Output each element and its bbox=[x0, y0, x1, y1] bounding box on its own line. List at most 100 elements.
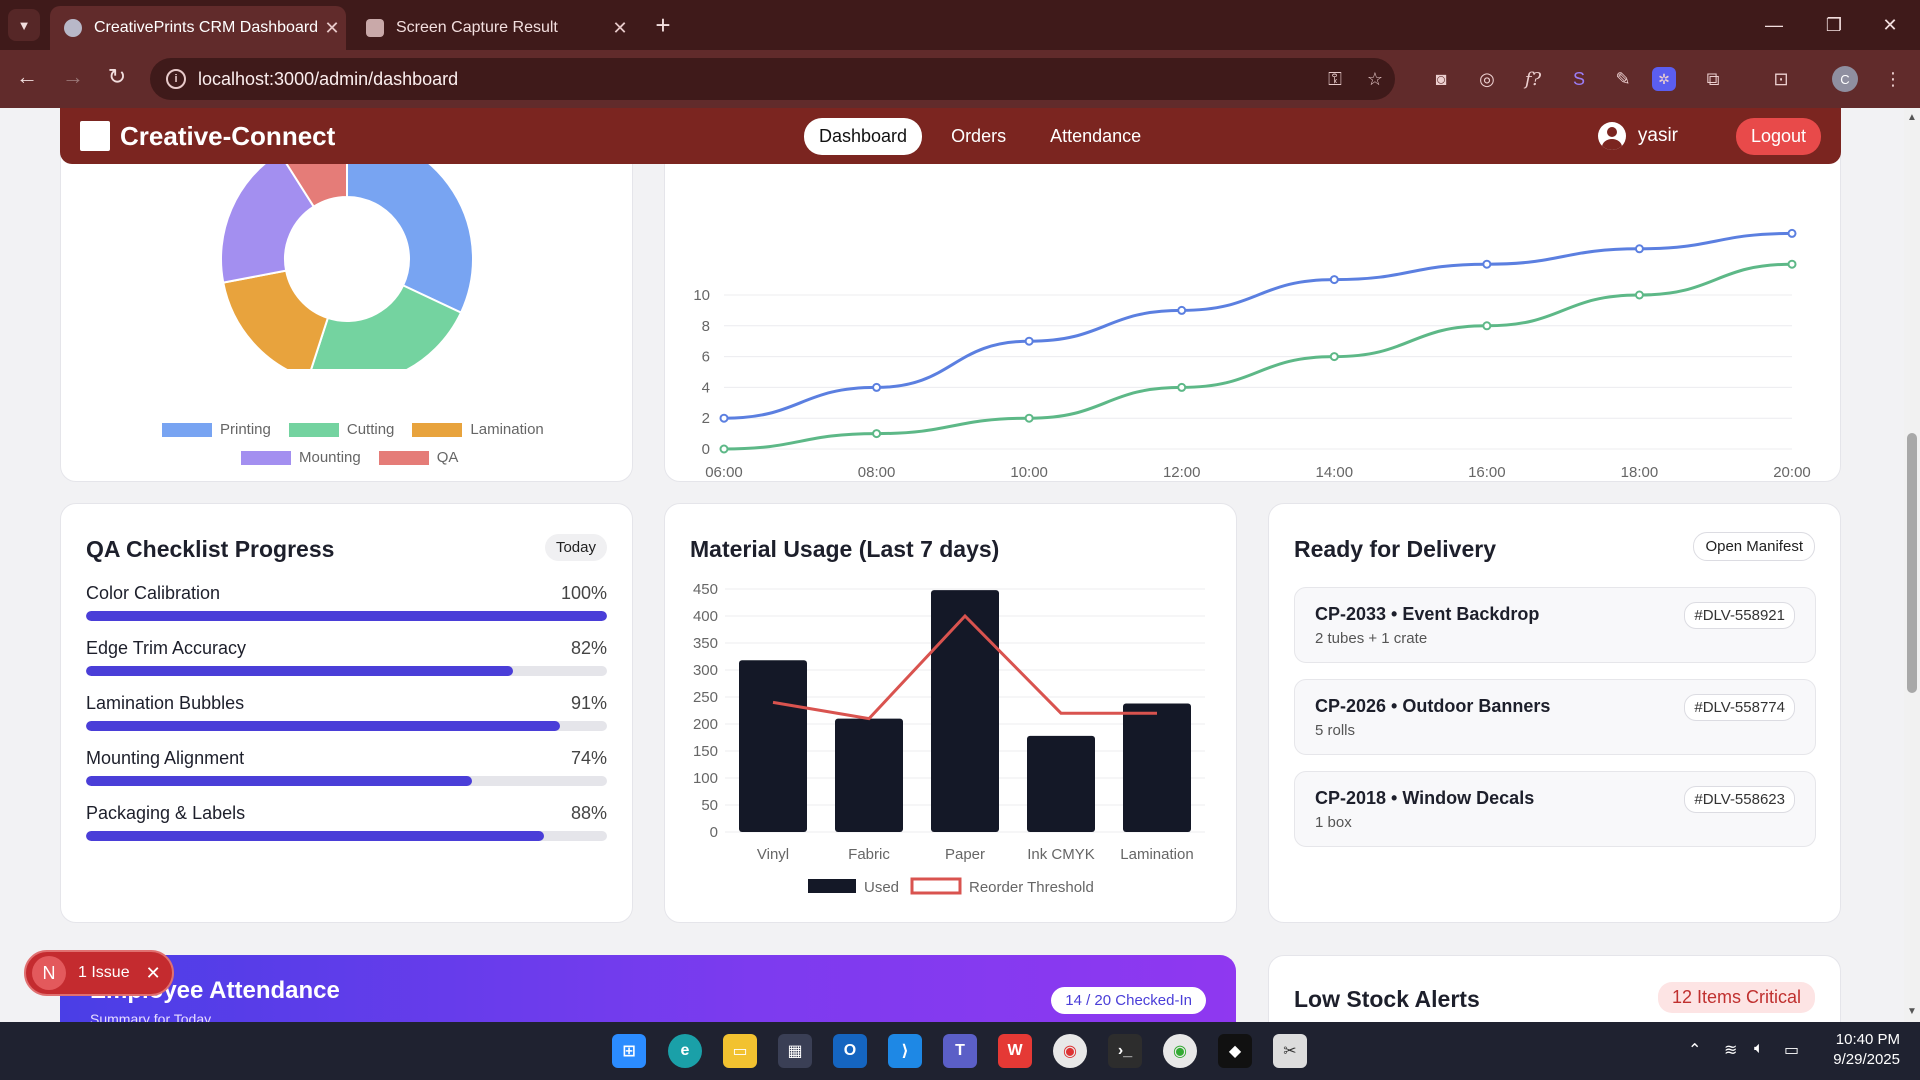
close-icon[interactable]: ✕ bbox=[146, 963, 161, 984]
open-manifest-button[interactable]: Open Manifest bbox=[1693, 532, 1815, 561]
terminal-icon[interactable]: ›_ bbox=[1108, 1034, 1142, 1068]
delivery-item[interactable]: CP-2018 • Window Decals 1 box #DLV-55862… bbox=[1294, 771, 1816, 847]
tab-search-button[interactable]: ▼ bbox=[8, 9, 40, 41]
tray-chevron-icon[interactable]: ⌃ bbox=[1688, 1040, 1701, 1060]
delivery-item[interactable]: CP-2026 • Outdoor Banners 5 rolls #DLV-5… bbox=[1294, 679, 1816, 755]
outlook-icon[interactable]: O bbox=[833, 1034, 867, 1068]
bar-vinyl bbox=[739, 660, 807, 832]
address-bar[interactable]: i localhost:3000/admin/dashboard ⚿ ☆ bbox=[150, 58, 1395, 100]
restore-button[interactable]: ❐ bbox=[1804, 0, 1864, 50]
bar-paper bbox=[931, 590, 999, 832]
reload-button[interactable]: ↻ bbox=[102, 64, 132, 90]
main-nav: Dashboard Orders Attendance bbox=[804, 118, 1156, 155]
file-explorer-icon[interactable]: ▭ bbox=[723, 1034, 757, 1068]
critical-badge: 12 Items Critical bbox=[1657, 982, 1815, 1013]
nav-dashboard[interactable]: Dashboard bbox=[804, 118, 923, 155]
scroll-up-icon[interactable]: ▲ bbox=[1907, 112, 1917, 123]
qa-item: Edge Trim Accuracy 82% bbox=[86, 638, 607, 676]
y-tick-label: 300 bbox=[693, 662, 718, 679]
minimize-button[interactable]: — bbox=[1744, 0, 1804, 50]
y-tick-label: 0 bbox=[702, 441, 710, 458]
legend-swatch bbox=[162, 422, 212, 437]
production-stage-card: Printing Cutting Lamination Mounting QA bbox=[60, 108, 633, 482]
close-icon[interactable]: ✕ bbox=[606, 18, 634, 39]
camera-extension-icon[interactable]: ◙ bbox=[1426, 64, 1456, 94]
chrome-icon[interactable]: ◉ bbox=[1053, 1034, 1087, 1068]
page-scrollbar[interactable]: ▲ ▼ bbox=[1904, 108, 1920, 1022]
eyedropper-extension-icon[interactable]: ✎ bbox=[1608, 64, 1638, 94]
s-extension-icon[interactable]: S bbox=[1564, 64, 1594, 94]
tab-crm-dashboard[interactable]: CreativePrints CRM Dashboard ✕ bbox=[50, 6, 346, 50]
screenshot-icon[interactable]: ⊡ bbox=[1766, 64, 1796, 94]
low-stock-card: Low Stock Alerts 12 Items Critical bbox=[1268, 955, 1841, 1022]
attendance-banner: Employee Attendance Summary for Today 14… bbox=[60, 955, 1236, 1022]
brand-name: Creative-Connect bbox=[120, 120, 336, 151]
qa-progress-fill bbox=[86, 831, 545, 841]
qa-progress-fill bbox=[86, 611, 607, 621]
app-icon[interactable]: ◆ bbox=[1218, 1034, 1252, 1068]
qa-progress-track bbox=[86, 611, 607, 621]
formula-extension-icon[interactable]: f? bbox=[1518, 64, 1548, 94]
wifi-icon[interactable]: ≋ bbox=[1724, 1040, 1737, 1060]
edge-icon[interactable]: e bbox=[668, 1034, 702, 1068]
site-info-icon[interactable]: i bbox=[166, 69, 186, 89]
nav-attendance[interactable]: Attendance bbox=[1035, 118, 1156, 155]
delivery-sub: 5 rolls bbox=[1315, 722, 1356, 739]
volume-icon[interactable]: 🔈︎ bbox=[1754, 1040, 1764, 1058]
forward-button[interactable]: → bbox=[58, 64, 88, 90]
teams-icon[interactable]: T bbox=[943, 1034, 977, 1068]
puzzle-extensions-icon[interactable]: ⧉ bbox=[1698, 64, 1728, 94]
chrome-profile-icon[interactable]: ◉ bbox=[1163, 1034, 1197, 1068]
donut-legend-row-2: Mounting QA bbox=[241, 449, 458, 466]
qa-progress-track bbox=[86, 776, 607, 786]
new-tab-button[interactable]: + bbox=[648, 10, 678, 41]
logout-button[interactable]: Logout bbox=[1735, 118, 1821, 155]
key-icon[interactable]: ⚿ bbox=[1315, 69, 1355, 90]
data-point bbox=[1482, 259, 1492, 269]
data-point bbox=[872, 429, 882, 439]
data-point bbox=[1787, 228, 1797, 238]
qa-progress-track bbox=[86, 666, 607, 676]
x-tick-label: Paper bbox=[945, 846, 985, 863]
browser-menu-icon[interactable]: ⋮ bbox=[1878, 64, 1908, 94]
tab-title: CreativePrints CRM Dashboard bbox=[94, 19, 318, 36]
bookmark-star-icon[interactable]: ☆ bbox=[1355, 69, 1395, 90]
data-point bbox=[1482, 321, 1492, 331]
user-menu[interactable]: yasir bbox=[1597, 122, 1678, 150]
wps-icon[interactable]: W bbox=[998, 1034, 1032, 1068]
tab-screen-capture[interactable]: Screen Capture Result ✕ bbox=[352, 6, 634, 50]
profile-avatar[interactable]: C bbox=[1832, 66, 1858, 92]
data-point bbox=[1024, 336, 1034, 346]
data-point bbox=[872, 382, 882, 392]
data-point bbox=[1787, 259, 1797, 269]
gear-extension-icon[interactable]: ✲ bbox=[1652, 67, 1676, 91]
x-tick-label: 08:00 bbox=[858, 464, 896, 481]
compass-extension-icon[interactable]: ◎ bbox=[1472, 64, 1502, 94]
card-title: QA Checklist Progress bbox=[86, 536, 335, 562]
system-clock[interactable]: 10:40 PM 9/29/2025 bbox=[1820, 1030, 1900, 1070]
store-icon[interactable]: ▦ bbox=[778, 1034, 812, 1068]
nav-orders[interactable]: Orders bbox=[936, 118, 1021, 155]
qa-item: Packaging & Labels 88% bbox=[86, 803, 607, 841]
issue-toast[interactable]: N 1 Issue ✕ bbox=[24, 950, 174, 996]
scroll-down-icon[interactable]: ▼ bbox=[1907, 1006, 1917, 1017]
qa-item-label: Edge Trim Accuracy bbox=[86, 638, 247, 658]
snipping-tool-icon[interactable]: ✂ bbox=[1273, 1034, 1307, 1068]
delivery-title: CP-2018 • Window Decals bbox=[1315, 788, 1535, 808]
material-usage-card: Material Usage (Last 7 days) 0 50 100 150 20… bbox=[664, 503, 1237, 923]
delivery-title: CP-2033 • Event Backdrop bbox=[1315, 604, 1540, 624]
data-point bbox=[1634, 290, 1644, 300]
start-icon[interactable]: ⊞ bbox=[612, 1034, 646, 1068]
scrollbar-thumb[interactable] bbox=[1907, 433, 1917, 693]
window-close-button[interactable]: ✕ bbox=[1860, 0, 1920, 50]
vscode-icon[interactable]: ⟩ bbox=[888, 1034, 922, 1068]
x-tick-label: Vinyl bbox=[757, 846, 789, 863]
app-navbar: Creative-Connect Dashboard Orders Attend… bbox=[60, 108, 1841, 164]
bar-lamination bbox=[1123, 703, 1191, 832]
delivery-item[interactable]: CP-2033 • Event Backdrop 2 tubes + 1 cra… bbox=[1294, 587, 1816, 663]
qa-progress-track bbox=[86, 831, 607, 841]
qa-item-label: Lamination Bubbles bbox=[86, 693, 245, 713]
back-button[interactable]: ← bbox=[12, 64, 42, 90]
close-icon[interactable]: ✕ bbox=[318, 18, 346, 39]
battery-icon[interactable]: ▭ bbox=[1784, 1040, 1799, 1060]
